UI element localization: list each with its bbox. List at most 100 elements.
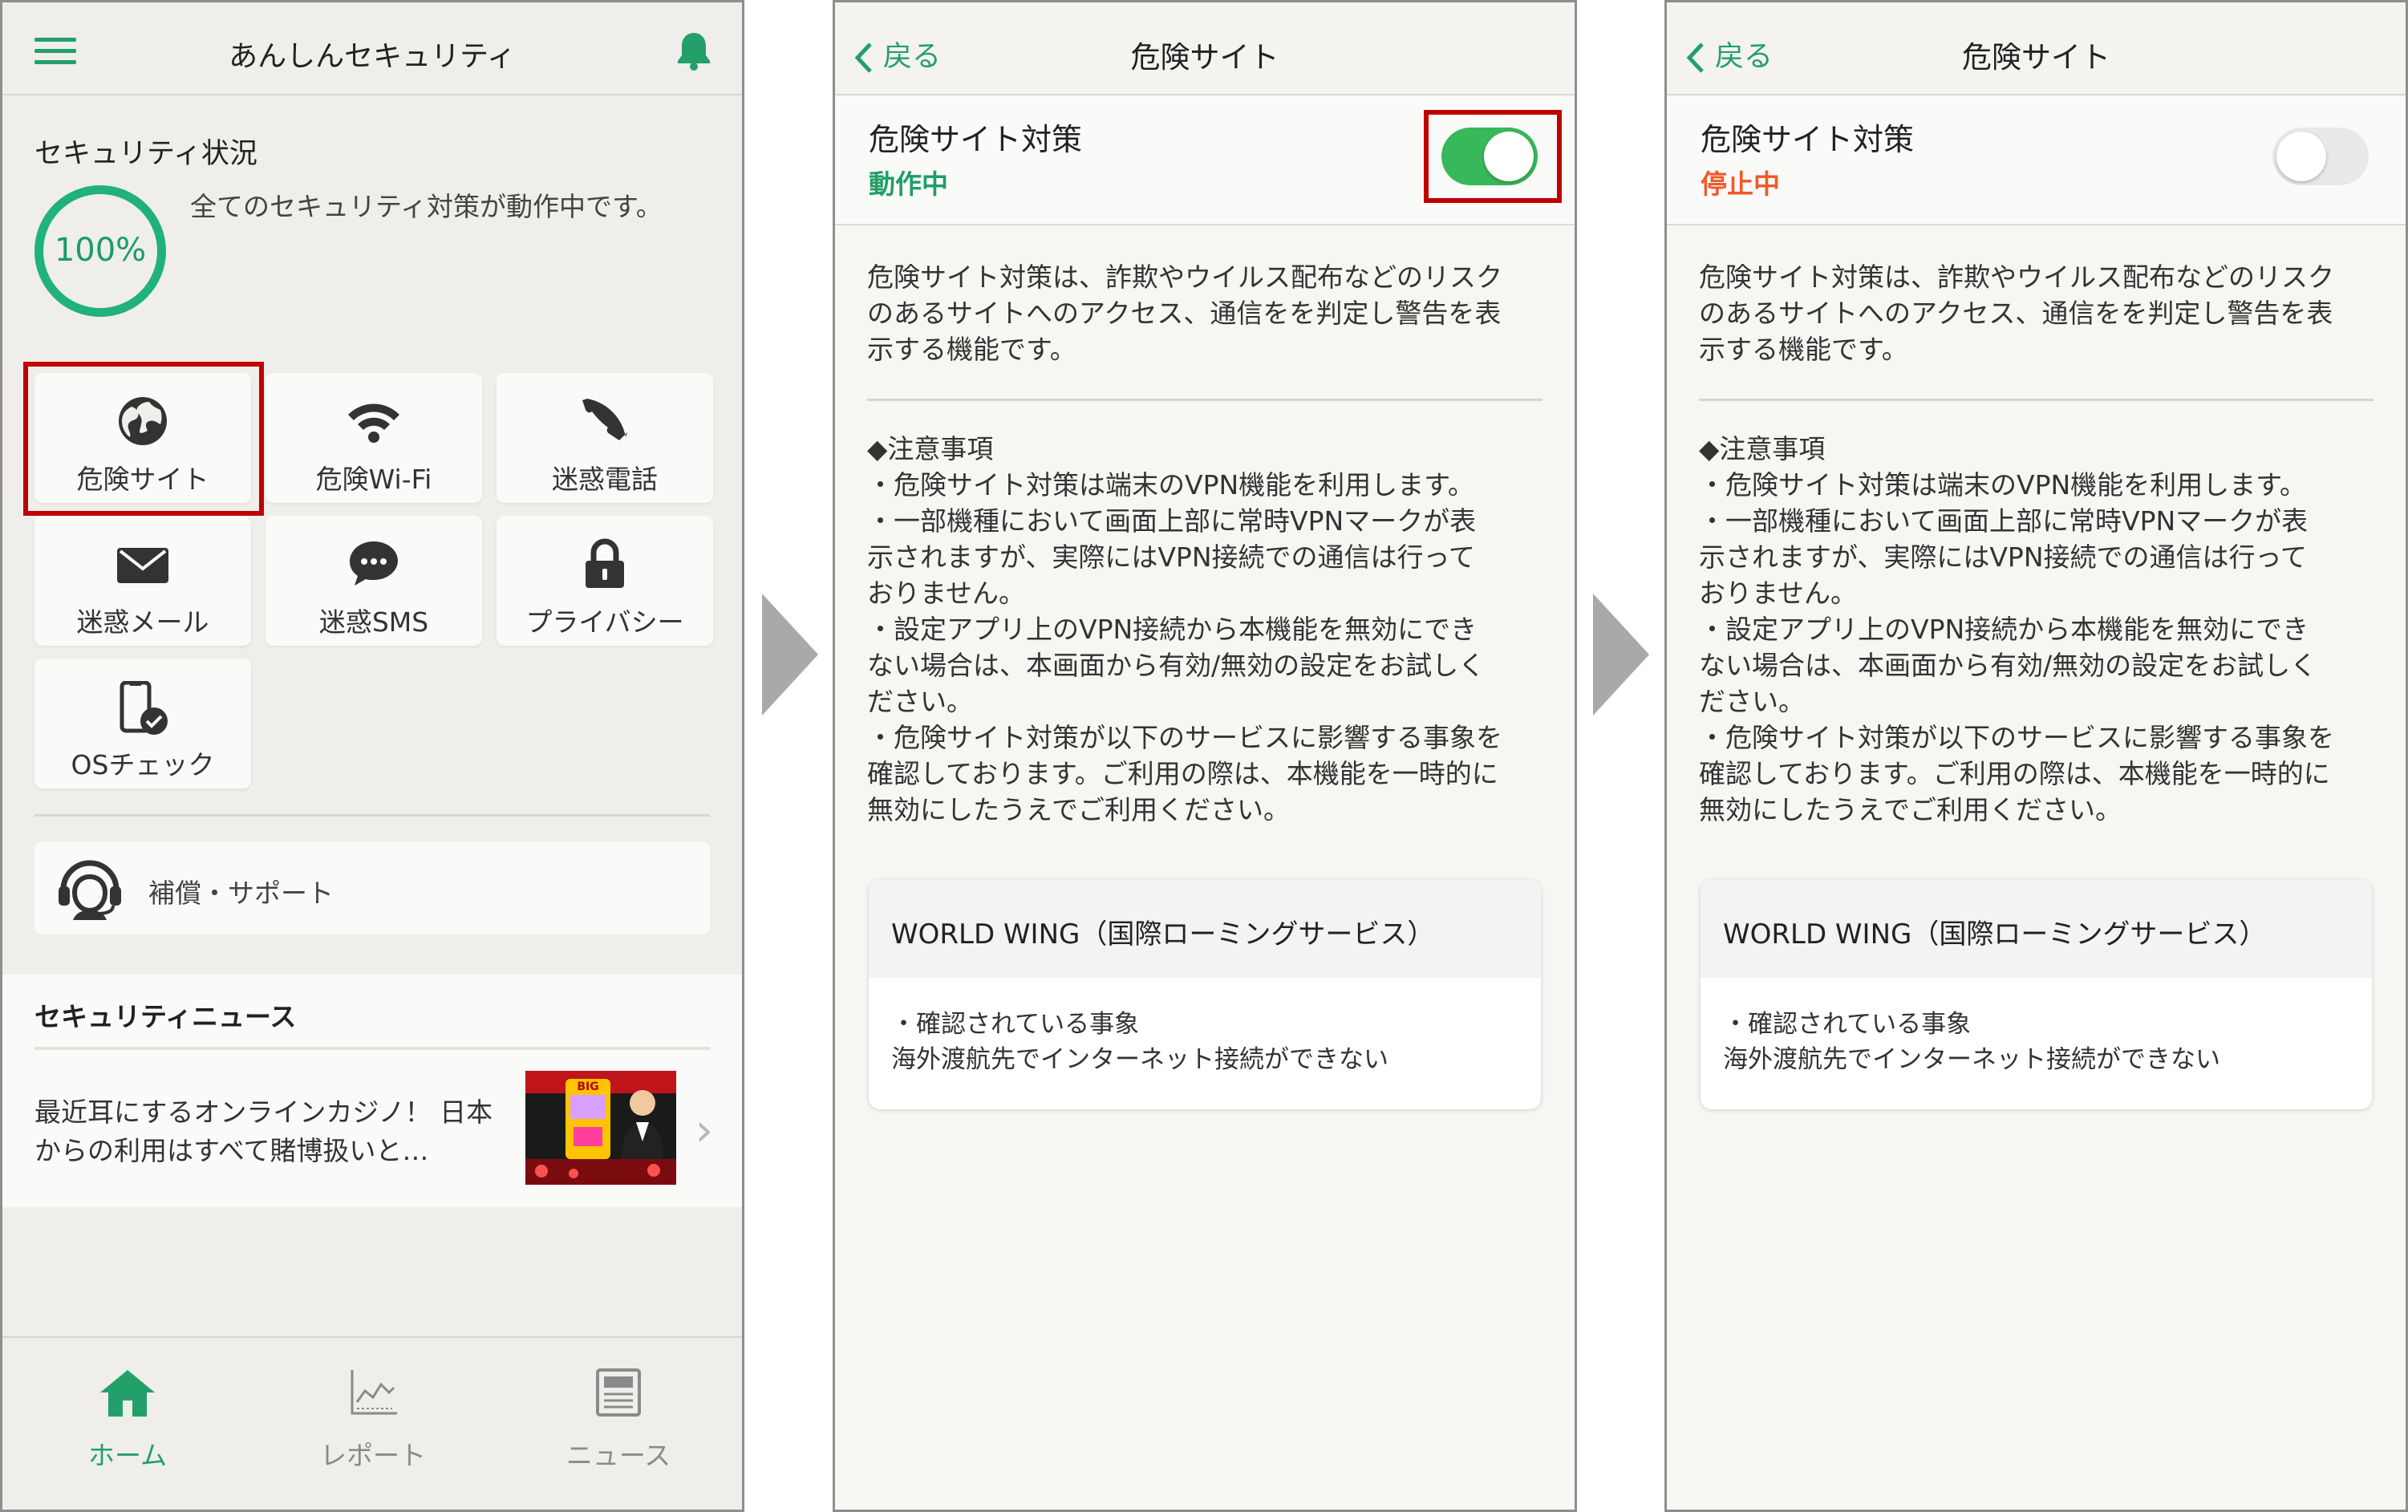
card-line: ・確認されている事象 bbox=[1723, 1010, 1972, 1039]
tile-label: 危険Wi-Fi bbox=[315, 464, 432, 495]
notes-line: ◆注意事項 bbox=[1699, 433, 1826, 464]
protection-toggle[interactable] bbox=[2272, 128, 2369, 185]
flow-arrow-icon bbox=[762, 594, 818, 715]
notes-line: おりません。 bbox=[1699, 578, 1858, 609]
notes-line: 確認しております。ご利用の際は、本機能を一時的に bbox=[1699, 758, 2330, 789]
description-line: 危険サイト対策は、詐欺やウイルス配布などのリスク bbox=[1699, 261, 2334, 293]
notes-line: ・危険サイト対策が以下のサービスに影響する事象を bbox=[1699, 722, 2334, 753]
phone-check-icon bbox=[120, 680, 168, 735]
home-icon bbox=[100, 1370, 155, 1417]
card-title: WORLD WING（国際ローミングサービス） bbox=[891, 918, 1435, 951]
highlight-frame-toggle bbox=[1424, 110, 1562, 203]
lock-icon bbox=[586, 538, 624, 588]
app-title: あんしんセキュリティ bbox=[229, 40, 516, 73]
description-line: のあるサイトへのアクセス、通信をを判定し警告を表 bbox=[1699, 298, 2333, 329]
notes-line: ・危険サイト対策は端末のVPN機能を利用します。 bbox=[867, 469, 1474, 501]
notes-line: ・一部機種において画面上部に常時VPNマークが表 bbox=[1699, 505, 2309, 537]
tab-label: ニュース bbox=[566, 1440, 671, 1471]
notes-line: ださい。 bbox=[867, 686, 973, 717]
setting-title: 危険サイト対策 bbox=[869, 122, 1083, 157]
setting-row: 危険サイト対策 動作中 bbox=[835, 95, 1575, 225]
page-title: 危険サイト bbox=[1130, 40, 1279, 75]
notes-line: ・設定アプリ上のVPN接続から本機能を無効にでき bbox=[1699, 614, 2309, 645]
tile-danger-wifi[interactable]: 危険Wi-Fi bbox=[266, 373, 482, 503]
service-impact-card: WORLD WING（国際ローミングサービス） ・確認されている事象 海外渡航先… bbox=[869, 880, 1541, 1109]
flow-arrow-icon bbox=[1593, 594, 1649, 715]
nav-bar: 戻る 危険サイト bbox=[1667, 2, 2406, 95]
tab-report[interactable]: レポート bbox=[253, 1338, 493, 1510]
caution-notes: ◆注意事項 ・危険サイト対策は端末のVPN機能を利用します。 ・一部機種において… bbox=[1699, 431, 2378, 828]
caution-notes: ◆注意事項 ・危険サイト対策は端末のVPN機能を利用します。 ・一部機種において… bbox=[867, 431, 1546, 828]
headset-support-icon bbox=[59, 860, 121, 920]
divider bbox=[34, 814, 710, 817]
phone-icon bbox=[582, 399, 627, 440]
page-title: 危険サイト bbox=[1962, 40, 2110, 75]
casino-illustration: BIG bbox=[525, 1071, 676, 1185]
description-line: のあるサイトへのアクセス、通信をを判定し警告を表 bbox=[867, 298, 1502, 329]
chart-icon bbox=[351, 1370, 397, 1415]
divider bbox=[1699, 399, 2374, 401]
news-item-title[interactable]: 最近耳にするオンラインカジノ！ 日本からの利用はすべて賭博扱いと… bbox=[34, 1093, 500, 1170]
tab-home[interactable]: ホーム bbox=[7, 1338, 248, 1510]
tile-privacy[interactable]: プライバシー bbox=[497, 516, 713, 646]
tab-label: レポート bbox=[320, 1440, 426, 1471]
toggle-knob bbox=[2276, 132, 2326, 181]
status-badge: 停止中 bbox=[1701, 168, 1780, 200]
notes-line: ない場合は、本画面から有効/無効の設定をお試しく bbox=[867, 650, 1486, 681]
wifi-icon bbox=[348, 403, 399, 443]
notes-line: 無効にしたうえでご利用ください。 bbox=[867, 794, 1291, 825]
card-header: WORLD WING（国際ローミングサービス） bbox=[869, 880, 1541, 978]
support-button[interactable]: 補償・サポート bbox=[34, 841, 710, 934]
tile-os-check[interactable]: OSチェック bbox=[34, 659, 251, 788]
home-screen: あんしんセキュリティ セキュリティ状況 100% 全てのセキュリティ対策が動作中… bbox=[0, 0, 744, 1512]
newspaper-icon bbox=[596, 1368, 641, 1417]
tile-spam-call[interactable]: 迷惑電話 bbox=[497, 373, 713, 503]
mail-icon bbox=[117, 548, 168, 583]
setting-title: 危険サイト対策 bbox=[1701, 122, 1915, 157]
security-status-message: 全てのセキュリティ対策が動作中です。 bbox=[190, 191, 663, 222]
notes-line: ・危険サイト対策が以下のサービスに影響する事象を bbox=[867, 722, 1502, 753]
tile-spam-sms[interactable]: 迷惑SMS bbox=[266, 516, 482, 646]
description-line: 示する機能です。 bbox=[1699, 334, 1908, 365]
danger-site-detail-on: 戻る 危険サイト 危険サイト対策 動作中 危険サイト対策は、詐欺やウイルス配布な… bbox=[833, 0, 1577, 1512]
notes-line: ない場合は、本画面から有効/無効の設定をお試しく bbox=[1699, 650, 2317, 681]
notes-line: ・設定アプリ上のVPN接続から本機能を無効にでき bbox=[867, 614, 1478, 645]
security-news-section: セキュリティニュース 最近耳にするオンラインカジノ！ 日本からの利用はすべて賭博… bbox=[2, 975, 742, 1207]
setting-row: 危険サイト対策 停止中 bbox=[1667, 95, 2406, 225]
divider bbox=[34, 1047, 710, 1050]
news-thumbnail[interactable]: BIG bbox=[525, 1071, 676, 1185]
notes-line: 確認しております。ご利用の際は、本機能を一時的に bbox=[867, 758, 1498, 789]
tile-label: 迷惑SMS bbox=[318, 606, 429, 638]
tile-label: 迷惑メール bbox=[76, 606, 209, 638]
card-body: ・確認されている事象 海外渡航先でインターネット接続ができない bbox=[891, 1007, 1388, 1077]
card-header: WORLD WING（国際ローミングサービス） bbox=[1701, 880, 2372, 978]
support-label: 補償・サポート bbox=[148, 878, 334, 909]
highlight-frame-danger-site bbox=[23, 362, 264, 516]
divider bbox=[867, 399, 1542, 401]
card-line: 海外渡航先でインターネット接続ができない bbox=[891, 1045, 1388, 1074]
notes-line: 無効にしたうえでご利用ください。 bbox=[1699, 794, 2122, 825]
tile-label: 迷惑電話 bbox=[552, 464, 658, 495]
card-line: ・確認されている事象 bbox=[891, 1010, 1140, 1039]
notes-line: おりません。 bbox=[867, 578, 1026, 609]
chevron-right-icon[interactable]: › bbox=[695, 1105, 713, 1157]
home-header: あんしんセキュリティ bbox=[2, 2, 742, 95]
status-badge: 動作中 bbox=[869, 168, 948, 200]
tile-label: OSチェック bbox=[71, 749, 215, 780]
description-line: 危険サイト対策は、詐欺やウイルス配布などのリスク bbox=[867, 261, 1502, 293]
card-title: WORLD WING（国際ローミングサービス） bbox=[1723, 918, 2267, 951]
tile-spam-mail[interactable]: 迷惑メール bbox=[34, 516, 251, 646]
card-line: 海外渡航先でインターネット接続ができない bbox=[1723, 1045, 2220, 1074]
feature-description: 危険サイト対策は、詐欺やウイルス配布などのリスク のあるサイトへのアクセス、通信… bbox=[867, 259, 1546, 367]
notes-line: ・危険サイト対策は端末のVPN機能を利用します。 bbox=[1699, 469, 2306, 501]
notes-line: 示されますが、実際にはVPN接続での通信は行って bbox=[1699, 541, 2307, 573]
tab-news[interactable]: ニュース bbox=[498, 1338, 739, 1510]
nav-bar: 戻る 危険サイト bbox=[835, 2, 1575, 95]
feature-description: 危険サイト対策は、詐欺やウイルス配布などのリスク のあるサイトへのアクセス、通信… bbox=[1699, 259, 2378, 367]
description-line: 示する機能です。 bbox=[867, 334, 1076, 365]
bell-icon[interactable] bbox=[675, 30, 713, 71]
notes-line: ださい。 bbox=[1699, 686, 1805, 717]
notes-line: ・一部機種において画面上部に常時VPNマークが表 bbox=[867, 505, 1477, 537]
notes-line: 示されますが、実際にはVPN接続での通信は行って bbox=[867, 541, 1475, 573]
danger-site-detail-off: 戻る 危険サイト 危険サイト対策 停止中 危険サイト対策は、詐欺やウイルス配布な… bbox=[1664, 0, 2408, 1512]
